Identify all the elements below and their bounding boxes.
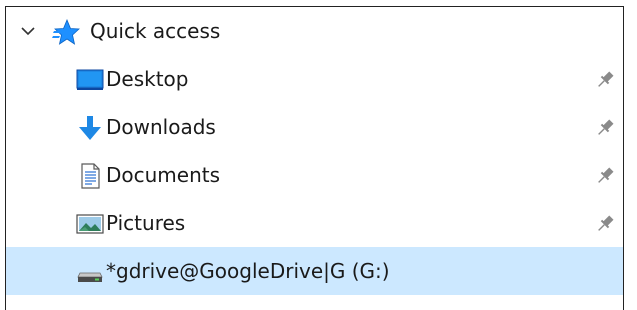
- desktop-icon: [76, 69, 104, 90]
- tree-item-documents[interactable]: Documents: [6, 151, 623, 199]
- tree-item-label: *gdrive@GoogleDrive|G (G:): [106, 259, 390, 283]
- tree-item-desktop[interactable]: Desktop: [6, 55, 623, 103]
- pin-icon[interactable]: [594, 213, 616, 235]
- pane-border-right: [623, 6, 624, 310]
- star-icon: [52, 19, 80, 45]
- tree-item-gdrive[interactable]: *gdrive@GoogleDrive|G (G:): [6, 247, 623, 295]
- drive-icon: [77, 272, 103, 282]
- pin-icon[interactable]: [594, 117, 616, 139]
- pin-icon[interactable]: [594, 165, 616, 187]
- download-arrow-icon: [79, 116, 101, 140]
- pictures-icon: [76, 214, 104, 234]
- tree-item-label: Downloads: [106, 115, 216, 139]
- pin-icon[interactable]: [594, 69, 616, 91]
- tree-item-label: Desktop: [106, 67, 189, 91]
- quick-access-label: Quick access: [90, 19, 221, 43]
- tree-item-label: Documents: [106, 163, 221, 187]
- tree-item-downloads[interactable]: Downloads: [6, 103, 623, 151]
- explorer-navigation-pane: Quick access Desktop Downloads Documents…: [0, 0, 637, 310]
- tree-item-quick-access[interactable]: Quick access: [6, 7, 623, 55]
- tree-item-pictures[interactable]: Pictures: [6, 199, 623, 247]
- chevron-down-icon[interactable]: [20, 23, 36, 39]
- navigation-tree: Quick access Desktop Downloads Documents…: [6, 7, 623, 295]
- tree-item-label: Pictures: [106, 211, 186, 235]
- document-icon: [81, 163, 100, 189]
